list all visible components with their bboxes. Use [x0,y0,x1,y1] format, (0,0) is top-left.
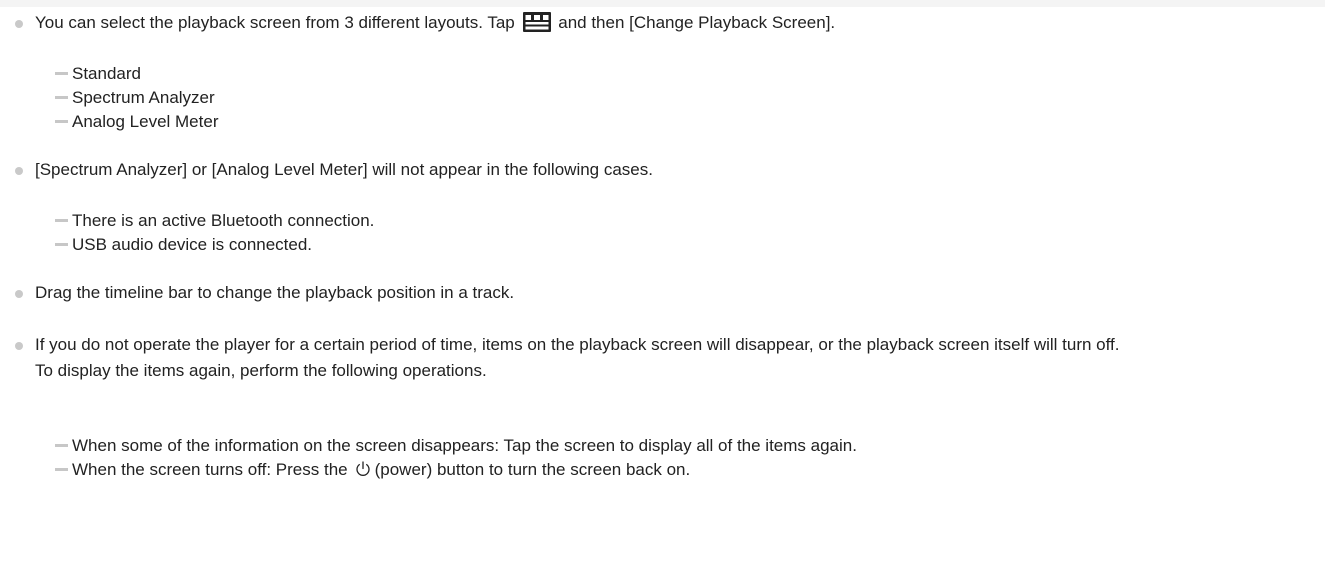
sub-item: Analog Level Meter [55,109,218,135]
dash-icon [55,96,68,100]
power-icon [355,460,370,476]
sub-item: USB audio device is connected. [55,232,312,258]
dash-icon [55,444,68,448]
dash-icon [55,72,68,76]
sub-item: When some of the information on the scre… [55,433,857,459]
dash-icon [55,243,68,247]
note-text-line1: If you do not operate the player for a c… [35,335,1120,354]
note-text-before: You can select the playback screen from … [35,13,515,32]
sub-item: Spectrum Analyzer [55,85,215,111]
bullet-icon [15,167,23,175]
note-text: Drag the timeline bar to change the play… [35,283,515,302]
note-text: If you do not operate the player for a c… [35,332,1305,384]
sub-item: When the screen turns off: Press the (po… [55,457,690,483]
sub-item: Standard [55,61,141,87]
sub-item: There is an active Bluetooth connection. [55,208,374,234]
options-menu-icon [522,11,551,32]
bullet-icon [15,290,23,298]
note-text-line2: To display the items again, perform the … [35,361,487,380]
dash-icon [55,219,68,223]
top-divider [0,0,1325,7]
bullet-icon [15,20,23,28]
dash-icon [55,120,68,124]
note-text: You can select the playback screen from … [35,10,1305,36]
note-text-after: and then [Change Playback Screen]. [558,13,836,32]
bullet-icon [15,342,23,350]
dash-icon [55,468,68,472]
note-text: [Spectrum Analyzer] or [Analog Level Met… [35,160,653,179]
